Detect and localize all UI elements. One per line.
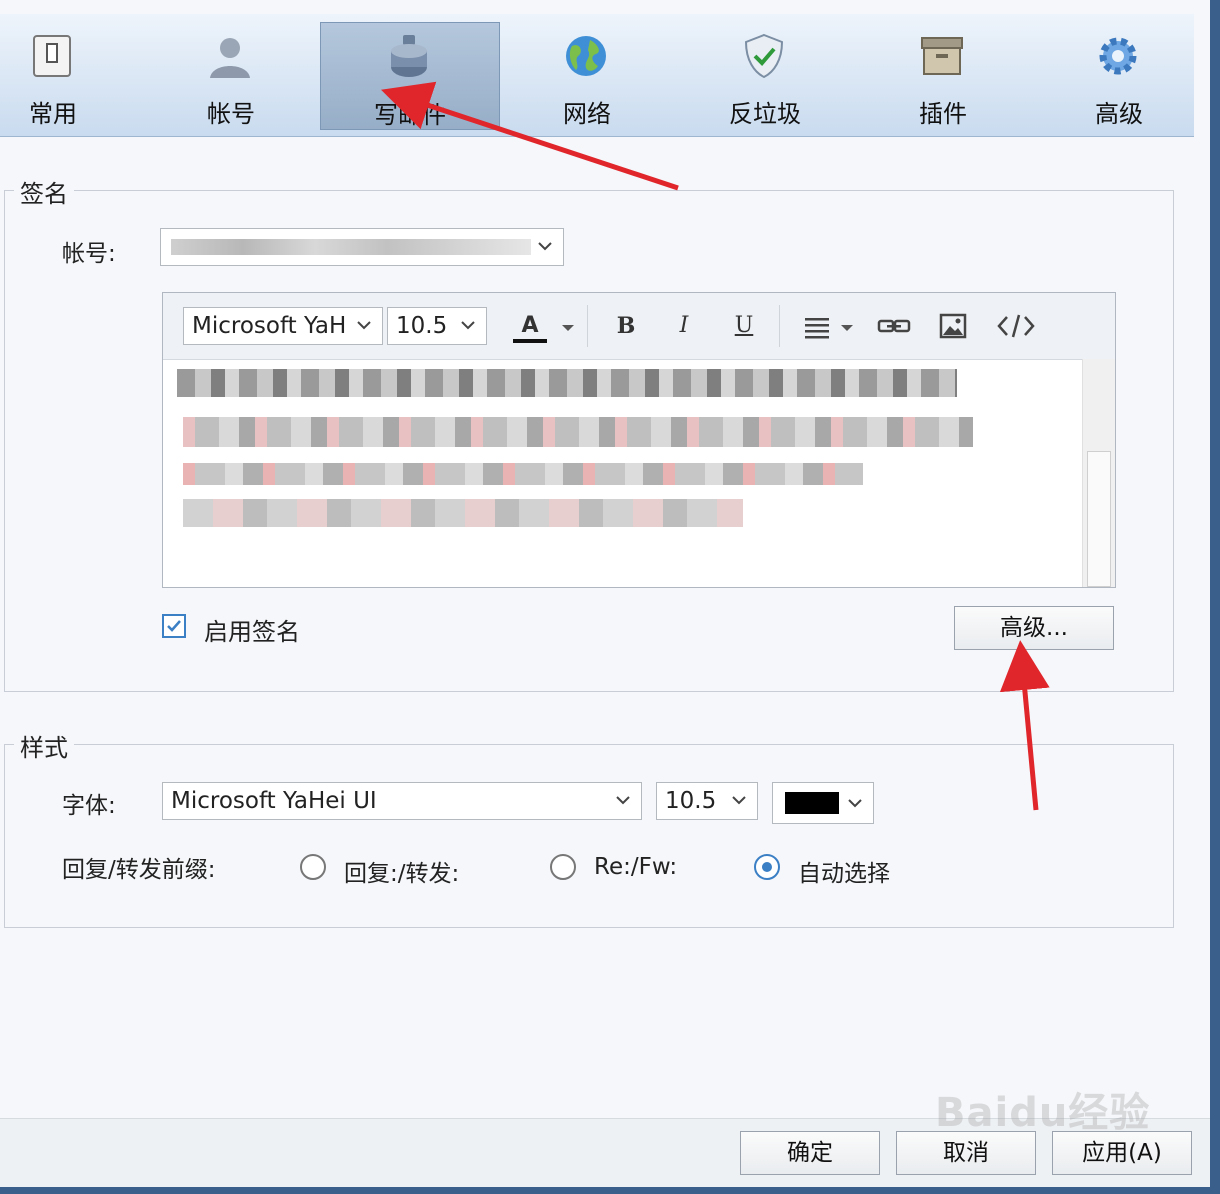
toolbar-divider <box>779 305 780 347</box>
general-icon <box>33 35 71 77</box>
chevron-down-icon <box>732 796 746 805</box>
underline-button[interactable]: U <box>727 309 761 343</box>
prefix-option-label: 回复:/转发: <box>344 861 460 887</box>
font-label: 字体: <box>62 793 116 819</box>
checkmark-icon <box>167 620 181 632</box>
account-label: 帐号: <box>62 241 116 267</box>
settings-window: 常用 帐号 写邮件 网络 反垃圾 插件 高级 签名 帐号: Microsoft … <box>0 0 1220 1194</box>
editor-size-value: 10.5 <box>396 313 448 339</box>
gear-icon <box>1099 37 1137 75</box>
tab-account[interactable]: 帐号 <box>142 22 320 128</box>
chevron-down-icon <box>357 321 371 330</box>
tab-plugins[interactable]: 插件 <box>854 22 1032 128</box>
tab-general[interactable]: 常用 <box>0 22 142 128</box>
italic-button[interactable]: I <box>667 309 701 343</box>
style-size-value: 10.5 <box>665 788 717 814</box>
chevron-down-icon <box>848 799 862 808</box>
tab-network[interactable]: 网络 <box>498 22 676 128</box>
prefix-label: 回复/转发前缀: <box>62 857 216 883</box>
account-select[interactable] <box>160 228 564 266</box>
style-font-value: Microsoft YaHei UI <box>171 788 377 814</box>
tab-label: 网络 <box>563 100 611 128</box>
editor-font-select[interactable]: Microsoft YaH <box>183 307 383 345</box>
editor-toolbar: Microsoft YaH 10.5 A B I U <box>163 293 1115 360</box>
link-icon[interactable] <box>877 315 911 337</box>
signature-content-redacted <box>177 369 957 397</box>
tab-antispam[interactable]: 反垃圾 <box>676 22 854 128</box>
style-font-select[interactable]: Microsoft YaHei UI <box>162 782 642 820</box>
style-size-select[interactable]: 10.5 <box>656 782 758 820</box>
tab-label: 帐号 <box>207 100 255 128</box>
tab-label: 写邮件 <box>374 101 446 129</box>
watermark: Baidu经验 <box>935 1090 1151 1136</box>
image-icon[interactable] <box>939 313 967 339</box>
font-color-dropdown-icon[interactable] <box>561 323 575 333</box>
enable-signature-label: 启用签名 <box>204 618 300 646</box>
prefix-option-label: Re:/Fw: <box>594 854 678 880</box>
signature-content-redacted <box>183 417 973 447</box>
tab-label: 反垃圾 <box>729 100 801 128</box>
chevron-down-icon <box>538 242 552 251</box>
signature-content-redacted <box>183 463 863 485</box>
user-icon <box>210 38 250 78</box>
html-source-icon[interactable] <box>997 313 1035 339</box>
color-swatch <box>785 792 839 814</box>
chevron-down-icon <box>616 796 630 805</box>
signature-advanced-button[interactable]: 高级... <box>954 606 1114 650</box>
bold-button[interactable]: B <box>609 309 643 343</box>
signature-legend: 签名 <box>14 174 74 209</box>
globe-icon <box>566 36 606 76</box>
editor-scrollbar[interactable] <box>1082 359 1115 587</box>
box-icon <box>921 37 963 75</box>
account-value-redacted <box>171 239 531 255</box>
prefix-radio-english[interactable] <box>550 854 576 880</box>
prefix-radio-chinese[interactable] <box>300 854 326 880</box>
tab-label: 常用 <box>29 100 77 128</box>
chevron-down-icon <box>461 321 475 330</box>
align-icon[interactable] <box>803 315 857 339</box>
signature-content-redacted <box>183 499 743 527</box>
prefix-radio-auto[interactable] <box>754 854 780 880</box>
ok-button[interactable]: 确定 <box>740 1131 880 1175</box>
shield-check-icon <box>744 33 784 79</box>
editor-scroll-thumb[interactable] <box>1087 451 1111 587</box>
signature-editor[interactable]: Microsoft YaH 10.5 A B I U <box>162 292 1116 588</box>
settings-tabs-toolbar: 常用 帐号 写邮件 网络 反垃圾 插件 高级 <box>0 14 1194 137</box>
tab-advanced[interactable]: 高级 <box>1030 22 1208 128</box>
toolbar-divider <box>587 305 588 347</box>
editor-font-value: Microsoft YaH <box>192 313 347 339</box>
prefix-option-label: 自动选择 <box>798 861 890 887</box>
style-group <box>4 744 1174 928</box>
font-color-button[interactable]: A <box>513 309 547 343</box>
style-legend: 样式 <box>14 728 74 763</box>
style-color-select[interactable] <box>772 782 874 824</box>
tab-compose[interactable]: 写邮件 <box>320 22 500 130</box>
tab-label: 插件 <box>919 100 967 128</box>
editor-size-select[interactable]: 10.5 <box>387 307 487 345</box>
tab-label: 高级 <box>1095 100 1143 128</box>
ink-bottle-icon <box>391 35 427 77</box>
enable-signature-checkbox[interactable] <box>162 614 186 638</box>
